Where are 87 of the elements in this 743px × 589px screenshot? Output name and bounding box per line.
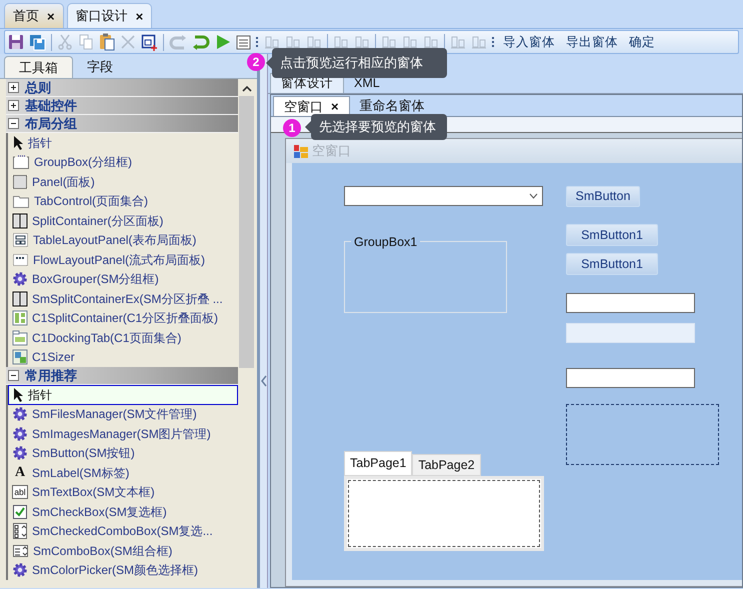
collapse-icon[interactable] [8, 118, 19, 129]
collapse-icon[interactable] [8, 370, 19, 381]
window-icon [294, 144, 308, 158]
split-panel-icon [12, 290, 28, 307]
pointer-icon [12, 134, 24, 151]
list-icon[interactable] [236, 34, 251, 50]
toolbox-item[interactable]: C1DockingTab(C1页面集合) [8, 328, 238, 348]
dropdown-caret-icon[interactable] [529, 193, 538, 199]
scrollbar-thumb[interactable] [239, 96, 254, 368]
toolbox-item[interactable]: SmColorPicker(SM颜色选择框) [8, 560, 238, 580]
toolbox-item[interactable]: BoxGrouper(SM分组框) [8, 270, 238, 289]
gear-icon [12, 271, 28, 288]
expand-icon[interactable] [8, 100, 19, 111]
tab-page-tab[interactable]: TabPage2 [412, 454, 481, 476]
toolbox-item[interactable]: 指针 [8, 385, 238, 404]
panel-icon [12, 174, 28, 190]
toolbox-item[interactable]: SplitContainer(分区面板) [8, 211, 238, 230]
form-title: 空窗口 [312, 142, 351, 160]
toolbox-item[interactable]: 指针 [8, 133, 238, 152]
toolbar-command[interactable]: 导入窗体 [500, 32, 558, 52]
group-header[interactable]: 布局分组 [6, 115, 238, 133]
tab-page-tab[interactable]: TabPage1 [344, 451, 412, 476]
form-tab[interactable]: 空窗口 × [273, 96, 350, 116]
toolbox-item[interactable]: SmCheckedComboBox(SM复选... [8, 522, 238, 541]
play-icon[interactable] [215, 34, 231, 50]
tab-panel-icon [12, 330, 28, 346]
toolbox-item[interactable]: GroupBox(分组框) [8, 152, 238, 172]
document-tab[interactable]: 窗口设计 × [66, 3, 152, 28]
sizer-icon [12, 349, 28, 366]
gear-icon [12, 426, 28, 442]
panel-tab[interactable]: 工具箱 [4, 56, 73, 78]
checkbox-icon [12, 504, 28, 520]
flow-panel-icon [12, 252, 29, 268]
table-panel-icon [12, 232, 29, 248]
toolbox-item[interactable]: SmComboBox(SM组合框) [8, 541, 238, 560]
split-panel-icon [12, 310, 28, 326]
combo-box-icon [12, 542, 29, 559]
curved-arrow-icon[interactable] [192, 34, 210, 50]
floppy-disks-icon[interactable] [29, 34, 46, 50]
gear-icon [12, 406, 28, 422]
close-button[interactable]: × [331, 100, 339, 113]
toolbox-item[interactable]: A SmLabel(SM标签) [8, 463, 238, 482]
clipboard-icon[interactable] [99, 33, 115, 51]
toolbox-item[interactable]: TableLayoutPanel(表布局面板) [8, 230, 238, 250]
checked-list-icon [12, 522, 28, 540]
group-box-icon [12, 154, 30, 170]
toolbox-item[interactable]: Panel(面板) [8, 172, 238, 192]
toolbox-item[interactable]: abl SmTextBox(SM文本框) [8, 482, 238, 502]
expand-icon[interactable] [8, 82, 19, 93]
toolbox-item[interactable]: TabControl(页面集合) [8, 192, 238, 211]
text-box-icon[interactable] [141, 34, 158, 50]
combo-box[interactable] [344, 186, 543, 206]
toolbar-command[interactable]: 导出窗体 [563, 32, 621, 52]
group-header[interactable]: 常用推荐 [6, 367, 238, 385]
toolbox-item[interactable]: C1Sizer [8, 348, 238, 367]
sm-button[interactable]: SmButton1 [566, 224, 658, 246]
glyph-icon: A [12, 464, 28, 481]
tooltip: 点击预览运行相应的窗体 [266, 48, 447, 78]
text-field[interactable] [566, 293, 695, 313]
close-button[interactable]: × [47, 10, 55, 22]
split-panel-icon [12, 212, 28, 229]
toolbox-item[interactable]: SmImagesManager(SM图片管理) [8, 424, 238, 444]
sm-button[interactable]: SmButton [566, 186, 640, 207]
toolbox-item[interactable]: SmFilesManager(SM文件管理) [8, 404, 238, 424]
sm-button[interactable]: SmButton1 [566, 253, 658, 275]
text-field[interactable] [566, 368, 695, 388]
toolbox-item[interactable]: SmSplitContainerEx(SM分区折叠 ... [8, 289, 238, 308]
panel-tab[interactable]: 字段 [73, 56, 127, 78]
glyph-icon: abl [12, 485, 28, 500]
folder-icon [12, 193, 30, 210]
toolbar-grip-icon[interactable] [256, 35, 259, 49]
scroll-up-icon[interactable] [242, 85, 252, 92]
gear-icon [12, 562, 28, 578]
group-header[interactable]: 基础控件 [6, 97, 238, 115]
pointer-icon [12, 386, 24, 403]
toolbar-command[interactable]: 确定 [626, 32, 658, 52]
toolbar-grip-icon[interactable] [492, 35, 495, 49]
document-tab[interactable]: 首页 × [4, 3, 64, 28]
group-header[interactable]: 总则 [6, 79, 238, 97]
close-button[interactable]: × [136, 10, 144, 22]
toolbox-item[interactable]: FlowLayoutPanel(流式布局面板) [8, 250, 238, 270]
toolbox-item[interactable]: SmCheckBox(SM复选框) [8, 502, 238, 522]
gear-icon [12, 445, 28, 462]
form-tab[interactable]: 重命名窗体 [350, 96, 435, 116]
tooltip: 先选择要预览的窗体 [305, 114, 447, 140]
toolbox-item[interactable]: C1SplitContainer(C1分区折叠面板) [8, 308, 238, 328]
toolbox-item[interactable]: SmButton(SM按钮) [8, 444, 238, 463]
